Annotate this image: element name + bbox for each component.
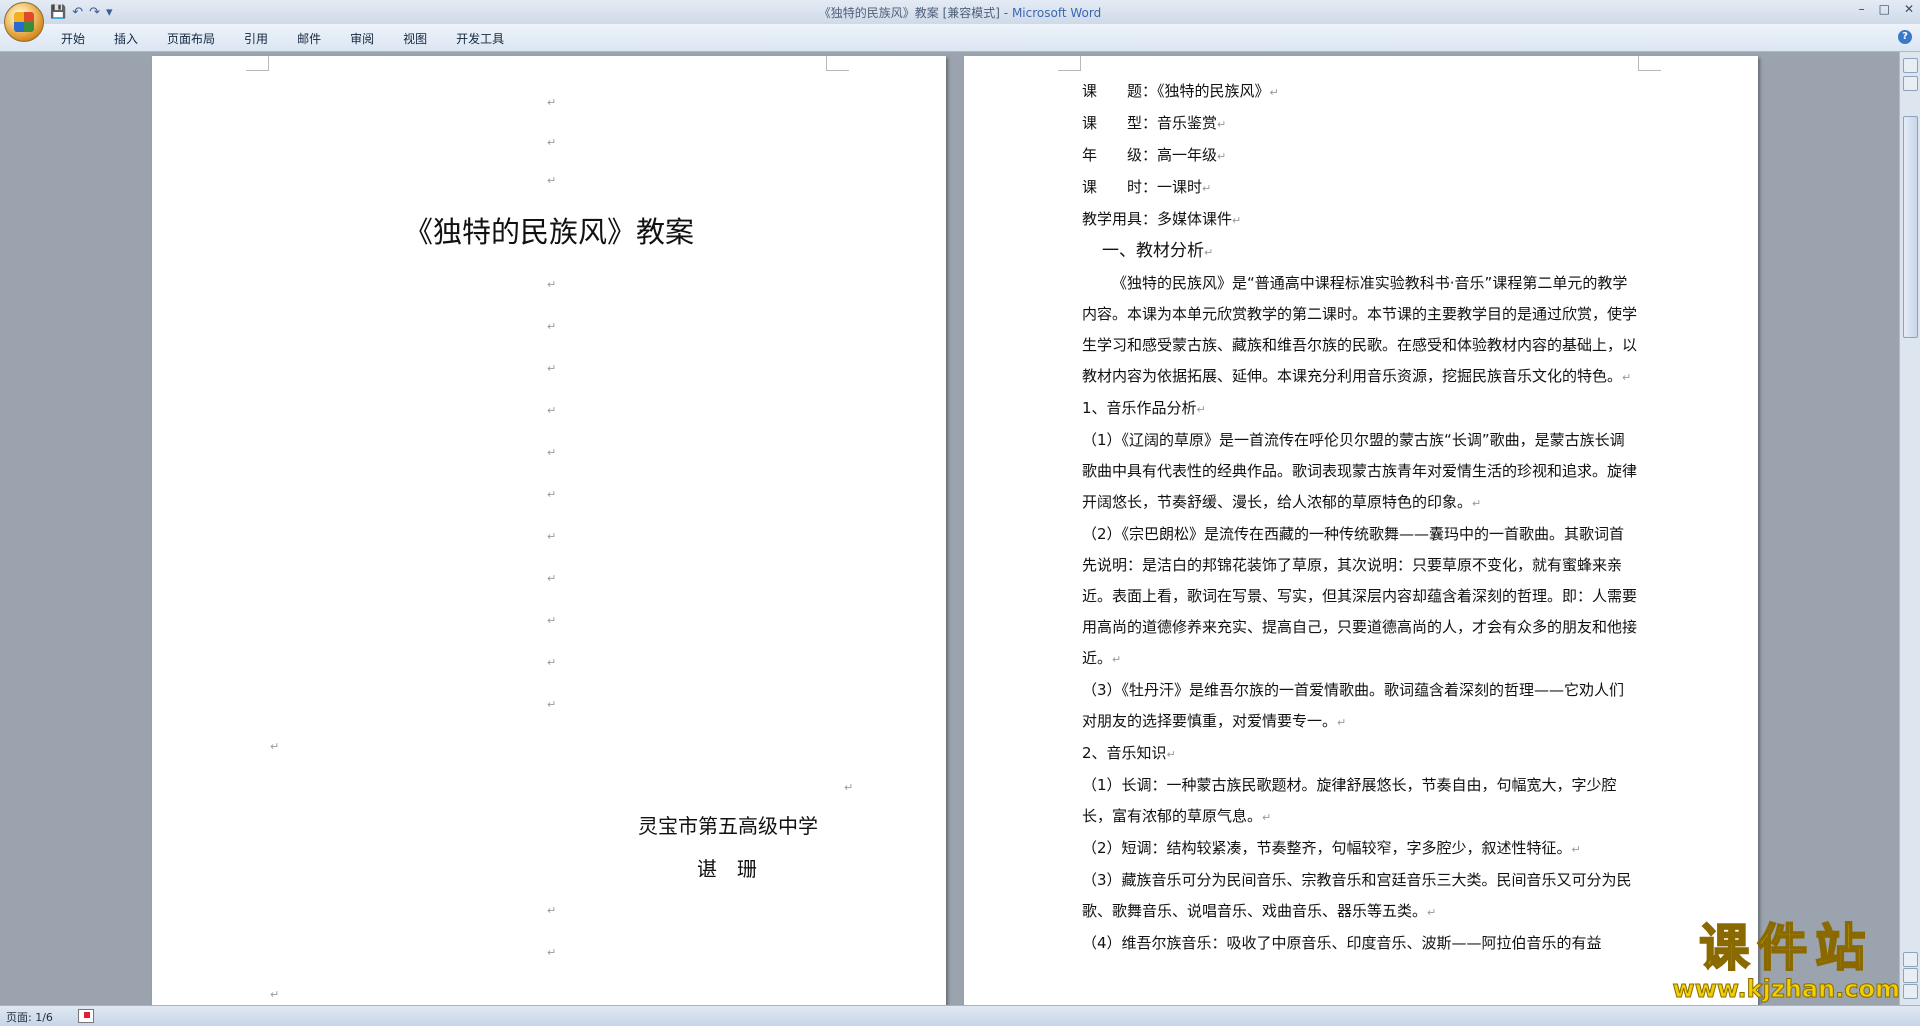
tab-insert[interactable]: 插入: [103, 30, 156, 47]
paragraph-mark: ↵: [547, 174, 557, 187]
paragraph-mark: ↵: [547, 362, 557, 375]
watermark-logo: 课件站: [1698, 919, 1874, 977]
info-line: 课 题：《独特的民族风》↵: [1082, 82, 1279, 100]
info-line: 年 级：高一年级↵: [1082, 146, 1227, 164]
close-button[interactable]: ✕: [1904, 2, 1914, 16]
paragraph-mark: ↵: [547, 278, 557, 291]
cover-title: 《独特的民族风》教案: [403, 215, 694, 249]
watermark-url: www.kjzhan.com: [1672, 975, 1900, 1003]
info-line: 课 型：音乐鉴赏↵: [1082, 114, 1227, 132]
tab-developer[interactable]: 开发工具: [445, 30, 522, 47]
document-workspace: ↵ ↵ ↵ 《独特的民族风》教案 ↵ ↵ ↵ ↵ ↵ ↵ ↵ ↵ ↵ ↵ ↵ ↵…: [0, 52, 1900, 1005]
paragraph-mark: ↵: [547, 656, 557, 669]
section-heading: 一、教材分析↵: [1102, 241, 1214, 261]
paragraph-mark: ↵: [270, 740, 280, 753]
site-watermark: 课件站 www.kjzhan.com: [1672, 919, 1900, 1003]
paragraph-mark: ↵: [547, 488, 557, 501]
scroll-up-icon[interactable]: [1903, 76, 1918, 91]
document-title: 《独特的民族风》教案 [兼容模式]: [818, 6, 1000, 20]
maximize-button[interactable]: □: [1879, 2, 1890, 16]
window-title: 《独特的民族风》教案 [兼容模式] - Microsoft Word: [818, 6, 1102, 20]
work-analysis: （1）《辽阔的草原》是一首流传在呼伦贝尔盟的蒙古族“长调”歌曲，是蒙古族长调歌曲…: [1082, 431, 1638, 511]
margin-corner: [1058, 56, 1081, 71]
knowledge-item: （2）短调：结构较紧凑，节奏整齐，句幅较窄，字多腔少，叙述性特征。↵: [1082, 839, 1581, 857]
paragraph-mark: ↵: [547, 572, 557, 585]
tab-mailings[interactable]: 邮件: [286, 30, 339, 47]
paragraph-mark: ↵: [547, 946, 557, 959]
tab-references[interactable]: 引用: [233, 30, 286, 47]
info-line: 课 时：一课时↵: [1082, 178, 1212, 196]
author-name: 谌 珊: [697, 857, 757, 881]
knowledge-item: （1）长调：一种蒙古族民歌题材。旋律舒展悠长，节奏自由，句幅宽大，字少腔长，富有…: [1082, 776, 1617, 825]
paragraph-mark: ↵: [547, 614, 557, 627]
paragraph-mark: ↵: [844, 781, 854, 794]
paragraph-mark: ↵: [547, 446, 557, 459]
status-bar: 页面: 1/6: [0, 1005, 1920, 1026]
knowledge-item: （3）藏族音乐可分为民间音乐、宗教音乐和宫廷音乐三大类。民间音乐又可分为民歌、歌…: [1082, 871, 1632, 920]
vertical-scrollbar[interactable]: [1899, 52, 1920, 1005]
previous-page-icon[interactable]: [1903, 952, 1918, 967]
margin-corner: [1638, 56, 1661, 71]
office-logo-icon: [14, 12, 34, 32]
ribbon-tabs: 开始 插入 页面布局 引用 邮件 审阅 视图 开发工具: [50, 30, 522, 47]
tab-home[interactable]: 开始: [50, 30, 103, 47]
paragraph-mark: ↵: [547, 320, 557, 333]
work-analysis: （2）《宗巴朗松》是流传在西藏的一种传统歌舞——囊玛中的一首歌曲。其歌词首先说明…: [1082, 525, 1638, 667]
ruler-toggle-icon[interactable]: [1903, 58, 1918, 73]
ribbon: 开始 插入 页面布局 引用 邮件 审阅 视图 开发工具 ?: [0, 24, 1920, 52]
subsection-heading: 2、音乐知识↵: [1082, 744, 1176, 762]
paragraph-mark: ↵: [547, 530, 557, 543]
next-page-icon[interactable]: [1903, 984, 1918, 999]
app-name: Microsoft Word: [1011, 6, 1102, 20]
paragraph-mark: ↵: [547, 904, 557, 917]
minimize-button[interactable]: –: [1859, 2, 1865, 16]
margin-corner: [246, 56, 269, 71]
tab-review[interactable]: 审阅: [339, 30, 392, 47]
school-name: 灵宝市第五高级中学: [638, 814, 818, 838]
knowledge-item: （4）维吾尔族音乐：吸收了中原音乐、印度音乐、波斯——阿拉伯音乐的有益: [1082, 934, 1602, 952]
page-content[interactable]: 课 题：《独特的民族风》↵ 课 型：音乐鉴赏↵ 年 级：高一年级↵ 课 时：一课…: [964, 56, 1758, 1005]
help-icon[interactable]: ?: [1898, 30, 1912, 44]
paragraph-mark: ↵: [270, 988, 280, 1001]
lesson-body: 课 题：《独特的民族风》↵ 课 型：音乐鉴赏↵ 年 级：高一年级↵ 课 时：一课…: [1082, 76, 1637, 959]
subsection-heading: 1、音乐作品分析↵: [1082, 399, 1206, 417]
tab-view[interactable]: 视图: [392, 30, 445, 47]
tab-page-layout[interactable]: 页面布局: [156, 30, 233, 47]
page-cover[interactable]: ↵ ↵ ↵ 《独特的民族风》教案 ↵ ↵ ↵ ↵ ↵ ↵ ↵ ↵ ↵ ↵ ↵ ↵…: [152, 56, 946, 1005]
window-controls: – □ ✕: [1859, 2, 1914, 16]
paragraph-mark: ↵: [547, 404, 557, 417]
title-bar: 💾 ↶ ↷ ▾ 《独特的民族风》教案 [兼容模式] - Microsoft Wo…: [0, 0, 1920, 25]
paragraph-mark: ↵: [547, 698, 557, 711]
page-indicator[interactable]: 页面: 1/6: [6, 1009, 53, 1025]
scroll-thumb[interactable]: [1903, 116, 1918, 338]
work-analysis: （3）《牡丹汗》是维吾尔族的一首爱情歌曲。歌词蕴含着深刻的哲理——它劝人们对朋友…: [1082, 681, 1625, 730]
macro-record-icon[interactable]: [78, 1009, 94, 1023]
paragraph-mark: ↵: [547, 136, 557, 149]
select-browse-object-icon[interactable]: [1903, 968, 1918, 983]
margin-corner: [826, 56, 849, 71]
office-button[interactable]: [4, 2, 44, 42]
paragraph-mark: ↵: [547, 96, 557, 109]
intro-paragraph: 《独特的民族风》是“普通高中课程标准实验教科书·音乐”课程第二单元的教学内容。本…: [1082, 274, 1638, 385]
info-line: 教学用具：多媒体课件↵: [1082, 210, 1242, 228]
